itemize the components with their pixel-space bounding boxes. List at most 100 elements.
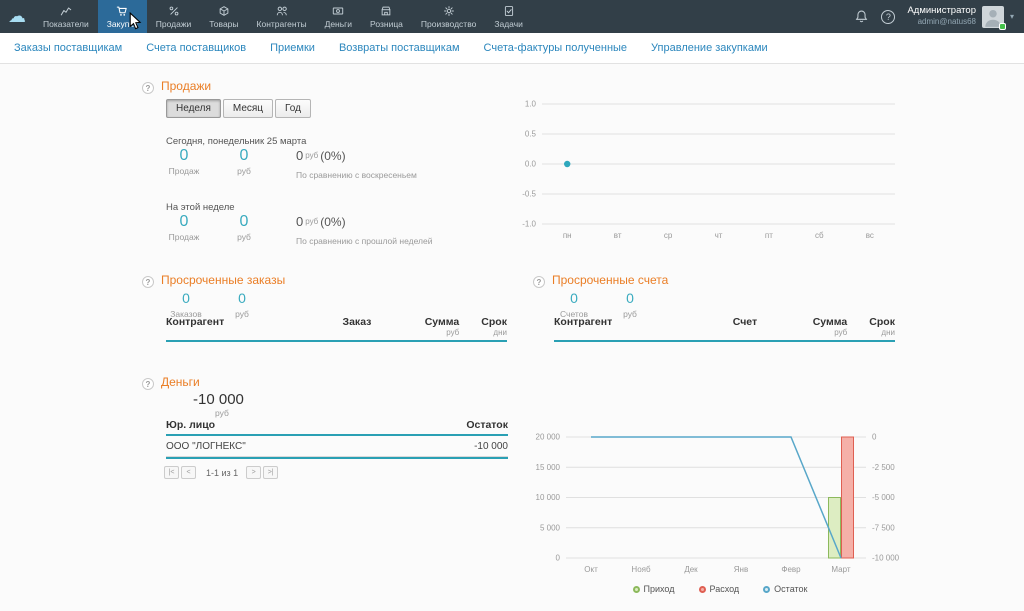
legend-item-Приход[interactable]: Приход (633, 584, 675, 594)
metrics-icon (60, 5, 72, 17)
notifications-bell-icon[interactable] (854, 9, 869, 24)
tab-Неделя[interactable]: Неделя (166, 99, 221, 118)
money-widget-title: Деньги (161, 375, 200, 389)
delta-percent: (0%) (320, 149, 345, 163)
table-row[interactable]: ООО "ЛОГНЕКС"-10 000 (166, 436, 508, 457)
subnav-link-3[interactable]: Приемки (270, 42, 315, 54)
topbar-item-metrics[interactable]: Показатели (34, 0, 98, 33)
svg-text:-7 500: -7 500 (872, 523, 895, 532)
app-logo-cloud-icon[interactable]: ☁ (0, 0, 34, 33)
help-icon-overdue-invoices[interactable]: ? (533, 276, 545, 288)
help-icon-money[interactable]: ? (142, 378, 154, 390)
pagination-first-button[interactable]: |< (164, 466, 179, 479)
pagination-next-button[interactable]: > (246, 466, 261, 479)
compare-note: По сравнению с воскресеньем (296, 170, 417, 180)
stat-label: Продаж (166, 232, 202, 242)
help-icon[interactable]: ? (881, 10, 895, 24)
subnav-link-2[interactable]: Счета поставщиков (146, 42, 246, 54)
pagination-last-button[interactable]: >| (263, 466, 278, 479)
svg-text:0: 0 (556, 554, 561, 563)
column-header: Остаток (371, 419, 508, 431)
topbar-item-production[interactable]: Производство (412, 0, 485, 33)
purchases-icon (116, 5, 128, 17)
topbar-item-money[interactable]: Деньги (316, 0, 361, 33)
table-header: Юр. лицоОстаток (166, 419, 508, 436)
pagination-range: 1-1 из 1 (206, 468, 238, 478)
tab-Год[interactable]: Год (275, 99, 311, 118)
delta-percent: (0%) (320, 215, 345, 229)
legend-dot (633, 586, 640, 593)
sales-today-label: Сегодня, понедельник 25 марта (166, 136, 306, 147)
sales-week-label: На этой неделе (166, 202, 235, 213)
legend-item-Остаток[interactable]: Остаток (763, 584, 807, 594)
topbar-item-counterparties[interactable]: Контрагенты (248, 0, 316, 33)
subnav-link-6[interactable]: Управление закупками (651, 42, 768, 54)
topbar-item-purchases[interactable]: Закупки (98, 0, 147, 33)
sales-icon (168, 5, 180, 17)
subnav-link-5[interactable]: Счета-фактуры полученные (484, 42, 628, 54)
svg-text:Март: Март (831, 565, 850, 574)
overdue-invoices-count: 0 Счетов (556, 290, 592, 319)
svg-text:вс: вс (866, 231, 874, 240)
delta-unit: руб (305, 151, 318, 160)
legend-item-Расход[interactable]: Расход (699, 584, 740, 594)
subnav-link-4[interactable]: Возвраты поставщикам (339, 42, 460, 54)
sales-week-delta: 0руб(0%) По сравнению с прошлой неделей (296, 213, 432, 246)
topbar-item-label: Деньги (325, 19, 352, 29)
money-total: -10 000 руб (193, 391, 244, 418)
legend-label: Остаток (774, 584, 807, 594)
topbar-item-goods[interactable]: Товары (200, 0, 247, 33)
svg-text:-0.5: -0.5 (522, 190, 536, 199)
stat-value: 0 (224, 290, 260, 307)
svg-text:1.0: 1.0 (525, 100, 537, 109)
legend-dot (763, 586, 770, 593)
topbar-item-sales[interactable]: Продажи (147, 0, 201, 33)
goods-icon (218, 5, 230, 17)
topbar-item-retail[interactable]: Розница (361, 0, 412, 33)
help-icon-sales[interactable]: ? (142, 82, 154, 94)
svg-text:пн: пн (563, 231, 572, 240)
money-total-value: -10 000 (193, 391, 244, 408)
svg-text:15 000: 15 000 (536, 463, 561, 472)
help-icon-overdue-orders[interactable]: ? (142, 276, 154, 288)
svg-text:-10 000: -10 000 (872, 554, 900, 563)
svg-text:Янв: Янв (734, 565, 748, 574)
stat-value: 0 (556, 290, 592, 307)
topbar-item-label: Розница (370, 19, 403, 29)
overdue-invoices-amount: 0 руб (612, 290, 648, 319)
user-meta: Администратор admin@natus68 (907, 6, 976, 26)
svg-text:Нояб: Нояб (631, 565, 651, 574)
stat-value: 0 (612, 290, 648, 307)
topbar-item-label: Задачи (494, 19, 523, 29)
overdue-orders-title: Просроченные заказы (161, 273, 285, 287)
tab-Месяц[interactable]: Месяц (223, 99, 273, 118)
user-menu[interactable]: Администратор admin@natus68 ▾ (907, 6, 1014, 28)
table-cell: ООО "ЛОГНЕКС" (166, 441, 371, 452)
topbar-item-tasks[interactable]: Задачи (485, 0, 532, 33)
sales-today-stats: 0 Продаж 0 руб 0руб(0%) По сравнению с в… (166, 147, 417, 180)
online-status-dot (999, 23, 1006, 30)
user-name: Администратор (907, 6, 976, 17)
svg-text:10 000: 10 000 (536, 493, 561, 502)
stat-label: руб (226, 232, 262, 242)
column-header: Суммаруб (405, 316, 460, 337)
stat-value: 0 (168, 290, 204, 307)
column-header: Заказ (309, 316, 404, 328)
pagination-prev-button[interactable]: < (181, 466, 196, 479)
money-chart-legend: Приход Расход Остаток (540, 584, 900, 594)
svg-text:Февр: Февр (781, 565, 801, 574)
user-email: admin@natus68 (907, 17, 976, 26)
subnav-link-1[interactable]: Заказы поставщикам (14, 42, 122, 54)
stat-value: 0 (226, 213, 262, 230)
overdue-invoices-title: Просроченные счета (552, 273, 668, 287)
tasks-icon (503, 5, 515, 17)
sales-period-tabs: НеделяМесяцГод (166, 99, 313, 118)
subnav: Заказы поставщикам Счета поставщиков Прием… (0, 33, 1024, 64)
compare-note: По сравнению с прошлой неделей (296, 236, 432, 246)
counterparties-icon (276, 5, 288, 17)
overdue-orders-table: КонтрагентЗаказСуммарубСрокдни (166, 316, 507, 342)
money-table-footline (166, 455, 508, 459)
retail-icon (380, 5, 392, 17)
topbar: ☁ ПоказателиЗакупкиПродажиТоварыКонтраге… (0, 0, 1024, 33)
column-header: Юр. лицо (166, 419, 371, 431)
